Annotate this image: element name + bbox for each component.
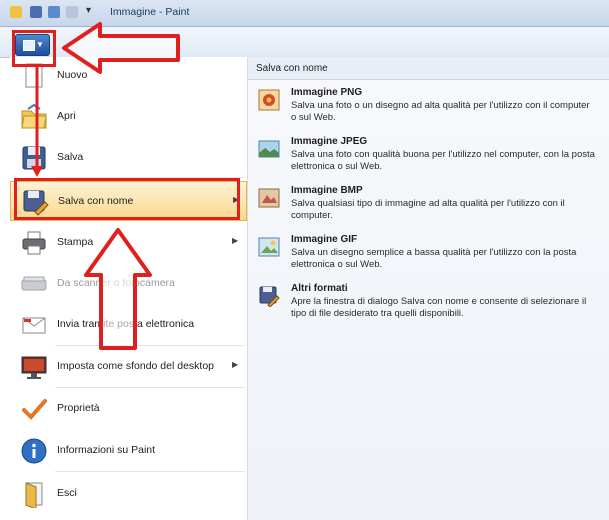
menu-item-sfondo-desktop[interactable]: Imposta come sfondo del desktop ▶ bbox=[10, 348, 247, 386]
undo-icon[interactable] bbox=[48, 6, 60, 18]
option-description: Salva una foto con qualità buona per l'u… bbox=[291, 149, 595, 172]
other-formats-icon bbox=[259, 286, 280, 307]
option-png[interactable]: Immagine PNG Salva una foto o un disegno… bbox=[248, 85, 609, 133]
file-menu: Nuovo Apri Salva Salva con nome ▶ Stampa… bbox=[10, 57, 248, 520]
info-icon bbox=[21, 438, 47, 464]
ribbon-tab-row bbox=[0, 27, 609, 58]
menu-item-proprieta[interactable]: Proprietà bbox=[10, 390, 247, 428]
option-title: Immagine PNG bbox=[291, 87, 363, 98]
option-title: Immagine GIF bbox=[291, 234, 358, 245]
title-bar: ▾ Immagine - Paint bbox=[0, 0, 609, 27]
email-icon bbox=[22, 317, 46, 334]
annotation-box-salva-con-nome bbox=[14, 178, 240, 220]
menu-item-label: Informazioni su Paint bbox=[57, 444, 156, 456]
redo-icon[interactable] bbox=[66, 6, 78, 18]
menu-item-label: Esci bbox=[57, 487, 77, 499]
save-as-panel: Salva con nome Immagine PNG Salva una fo… bbox=[248, 57, 609, 520]
option-jpeg[interactable]: Immagine JPEG Salva una foto con qualità… bbox=[248, 134, 609, 182]
menu-item-invia-email[interactable]: Invia tramite posta elettronica bbox=[10, 306, 247, 344]
save-quick-icon[interactable] bbox=[30, 6, 42, 18]
window-title: Immagine - Paint bbox=[110, 6, 190, 18]
open-folder-icon bbox=[21, 103, 47, 129]
option-title: Immagine JPEG bbox=[291, 136, 368, 147]
submenu-arrow-icon: ▶ bbox=[232, 236, 239, 245]
menu-item-label: Stampa bbox=[57, 236, 94, 248]
annotation-box-menu-button bbox=[12, 30, 56, 67]
menu-item-label: Proprietà bbox=[57, 402, 100, 414]
menu-item-label: Nuovo bbox=[57, 69, 88, 81]
png-image-icon bbox=[258, 89, 280, 111]
menu-item-label: Salva bbox=[57, 151, 84, 163]
option-description: Salva qualsiasi tipo di immagine ad alta… bbox=[291, 198, 565, 221]
menu-item-label: Invia tramite posta elettronica bbox=[57, 318, 195, 330]
menu-item-stampa[interactable]: Stampa ▶ bbox=[10, 224, 247, 262]
menu-item-label: Da scanner o fotocamera bbox=[57, 277, 175, 289]
customize-toolbar-icon[interactable]: ▾ bbox=[86, 5, 91, 16]
menu-divider bbox=[55, 387, 245, 388]
paint-app-icon bbox=[10, 6, 22, 18]
scanner-icon bbox=[21, 276, 47, 291]
panel-title: Salva con nome bbox=[256, 63, 328, 74]
option-gif[interactable]: Immagine GIF Salva un disegno semplice a… bbox=[248, 232, 609, 280]
menu-divider bbox=[55, 345, 245, 346]
menu-item-scanner: Da scanner o fotocamera bbox=[10, 265, 247, 303]
gif-image-icon bbox=[258, 237, 280, 257]
option-bmp[interactable]: Immagine BMP Salva qualsiasi tipo di imm… bbox=[248, 183, 609, 231]
menu-item-salva[interactable]: Salva bbox=[10, 139, 247, 177]
option-altri-formati[interactable]: Altri formati Apre la finestra di dialog… bbox=[248, 281, 609, 329]
option-title: Altri formati bbox=[291, 283, 348, 294]
option-description: Apre la finestra di dialogo Salva con no… bbox=[291, 296, 587, 319]
menu-item-apri[interactable]: Apri bbox=[10, 98, 247, 136]
printer-icon bbox=[22, 231, 46, 255]
submenu-arrow-icon: ▶ bbox=[232, 360, 239, 369]
option-description: Salva un disegno semplice a bassa qualit… bbox=[291, 247, 577, 270]
menu-item-esci[interactable]: Esci bbox=[10, 475, 247, 513]
desktop-background-icon bbox=[21, 356, 47, 379]
checkmark-icon bbox=[22, 399, 47, 420]
option-title: Immagine BMP bbox=[291, 185, 363, 196]
panel-header: Salva con nome bbox=[248, 57, 609, 80]
save-floppy-icon bbox=[22, 146, 46, 170]
exit-icon bbox=[25, 482, 43, 508]
option-description: Salva una foto o un disegno ad alta qual… bbox=[291, 100, 590, 123]
jpeg-image-icon bbox=[258, 140, 280, 158]
menu-divider bbox=[55, 471, 245, 472]
menu-item-label: Apri bbox=[57, 110, 76, 122]
menu-item-label: Imposta come sfondo del desktop bbox=[57, 360, 215, 372]
menu-item-informazioni[interactable]: Informazioni su Paint bbox=[10, 432, 247, 470]
bmp-image-icon bbox=[258, 188, 280, 208]
